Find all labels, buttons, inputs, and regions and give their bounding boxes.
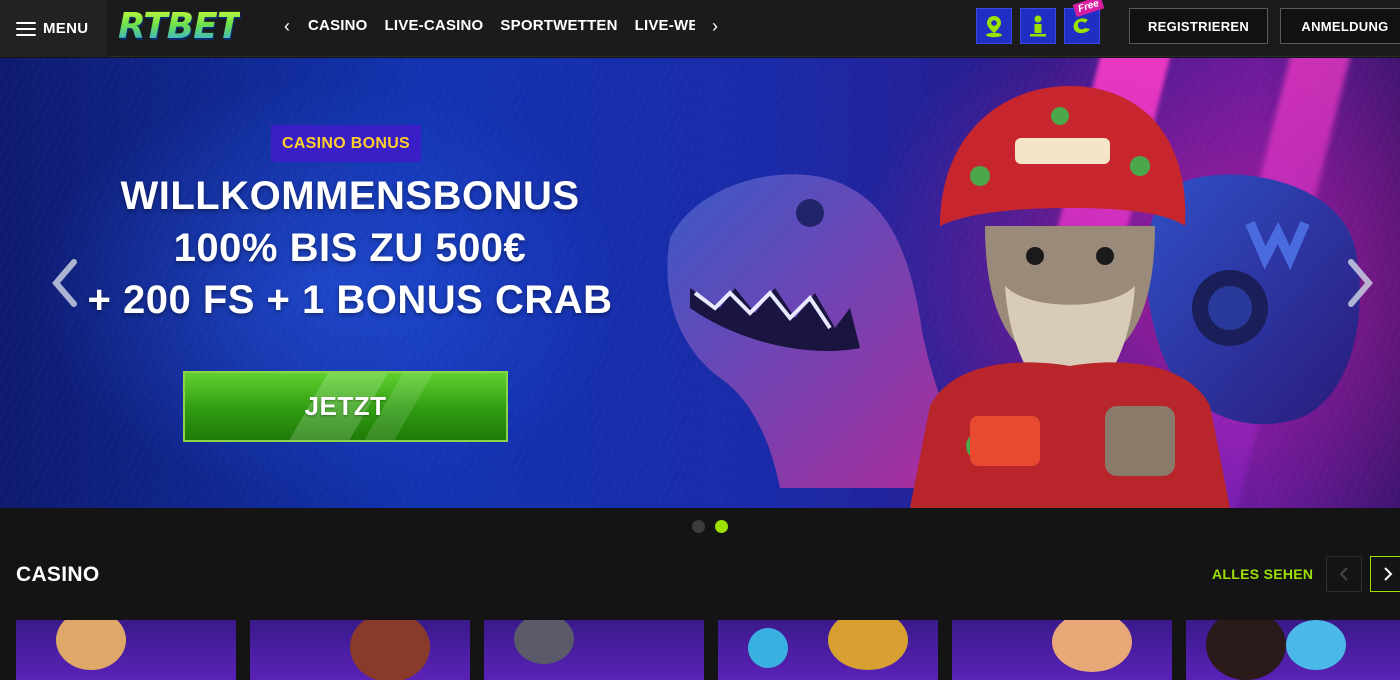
game-tile[interactable] xyxy=(16,620,236,680)
free-spin-icon xyxy=(1073,18,1090,34)
nav-item-sportwetten[interactable]: SPORTWETTEN xyxy=(500,17,617,34)
game-tile[interactable] xyxy=(250,620,470,680)
hero-headline-line: 100% BIS ZU 500€ xyxy=(173,226,527,270)
see-all-link[interactable]: ALLES SEHEN xyxy=(1212,566,1313,582)
hero-next-chevron-icon[interactable] xyxy=(1345,258,1375,308)
site-logo[interactable]: RTBET xyxy=(118,4,241,48)
main-nav: CASINO LIVE-CASINO SPORTWETTEN LIVE-WETT… xyxy=(308,0,695,50)
hero-headline-line: + 200 FS + 1 BONUS CRAB xyxy=(87,278,613,322)
login-button[interactable]: ANMELDUNG xyxy=(1280,8,1400,44)
game-tile[interactable] xyxy=(718,620,938,680)
cta-jetzt-button[interactable]: JETZT xyxy=(183,371,508,442)
slider-dot-2-active[interactable] xyxy=(715,520,728,533)
game-tile[interactable] xyxy=(484,620,704,680)
slider-pagination xyxy=(692,520,728,533)
person-info-icon xyxy=(1030,15,1046,37)
register-button[interactable]: REGISTRIEREN xyxy=(1129,8,1268,44)
game-tile[interactable] xyxy=(1186,620,1400,680)
menu-button[interactable]: MENU xyxy=(0,0,107,57)
top-header: MENU RTBET ‹ CASINO LIVE-CASINO SPORTWET… xyxy=(0,0,1400,57)
nav-item-casino[interactable]: CASINO xyxy=(308,17,368,34)
chevron-left-icon xyxy=(1339,567,1348,581)
pirate-character-illustration xyxy=(910,86,1230,508)
slider-dot-1[interactable] xyxy=(692,520,705,533)
menu-label: MENU xyxy=(43,20,89,37)
casino-games-row xyxy=(16,620,1400,680)
logo-text: RTBET xyxy=(118,5,241,47)
nav-item-live-wetten[interactable]: LIVE-WETTEN xyxy=(635,17,695,34)
bonus-category-tag: CASINO BONUS xyxy=(271,125,421,162)
casino-next-button[interactable] xyxy=(1370,556,1400,592)
casino-prev-button[interactable] xyxy=(1326,556,1362,592)
hero-headline: WILLKOMMENSBONUS 100% BIS ZU 500€ + 200 … xyxy=(50,170,650,326)
casino-section-title: CASINO xyxy=(16,563,100,586)
nav-item-live-casino[interactable]: LIVE-CASINO xyxy=(385,17,484,34)
free-spins-button[interactable]: Free xyxy=(1064,0,1105,44)
info-person-button[interactable] xyxy=(1020,8,1056,44)
location-button[interactable] xyxy=(976,8,1012,44)
map-pin-icon xyxy=(986,16,1002,38)
nav-prev-chevron-icon[interactable]: ‹ xyxy=(278,16,296,36)
hero-prev-chevron-icon[interactable] xyxy=(50,258,80,308)
hamburger-icon xyxy=(16,21,36,36)
hero-headline-line: WILLKOMMENSBONUS xyxy=(120,174,580,218)
game-tile[interactable] xyxy=(952,620,1172,680)
cta-label: JETZT xyxy=(304,391,387,421)
nav-next-chevron-icon[interactable]: › xyxy=(706,16,724,36)
hero-banner: CASINO BONUS WILLKOMMENSBONUS 100% BIS Z… xyxy=(0,58,1400,508)
chevron-right-icon xyxy=(1384,567,1393,581)
